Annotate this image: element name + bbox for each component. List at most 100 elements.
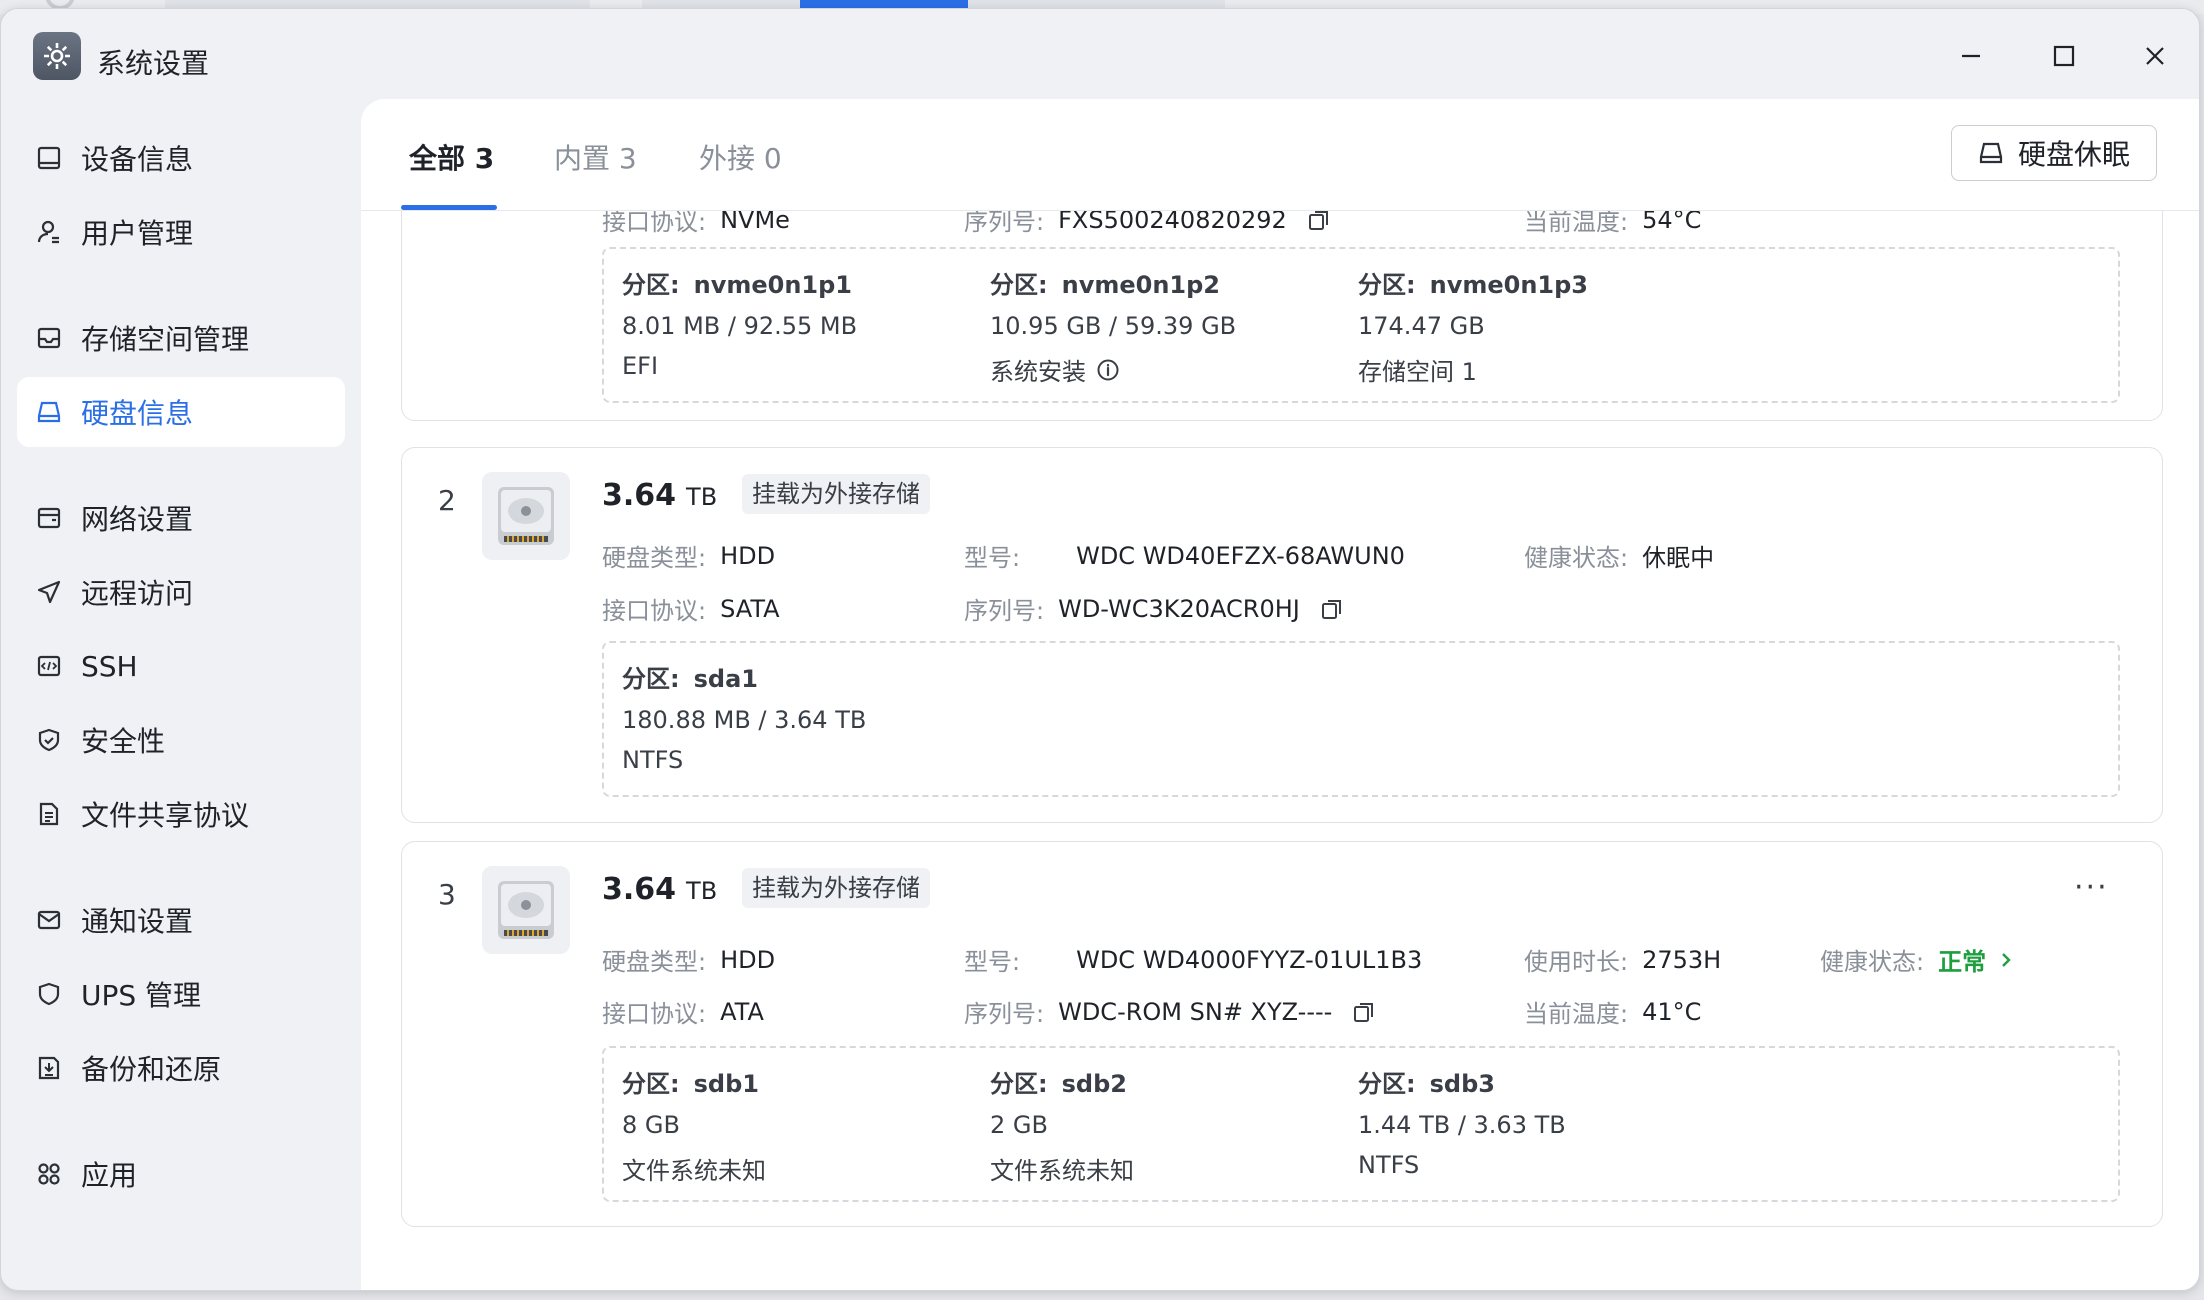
sidebar-item-label: 备份和还原 — [81, 1053, 222, 1086]
settings-gear-icon — [33, 32, 81, 80]
close-button[interactable] — [2138, 39, 2172, 73]
partition-name: nvme0n1p1 — [693, 271, 852, 299]
minimize-icon — [1962, 54, 1980, 58]
partition-item: 分区: sdb1 8 GB 文件系统未知 — [622, 1064, 982, 1186]
partition-fs: 文件系统未知 — [622, 1157, 766, 1185]
partition-fs: 文件系统未知 — [990, 1157, 1134, 1185]
maximize-button[interactable] — [2047, 39, 2081, 73]
disk3-usage: 使用时长: 2753H — [1524, 945, 1722, 977]
disk-list[interactable]: 接口协议: NVMe 序列号: FXS500240820292 当前温度: 54°C … — [361, 211, 2199, 1290]
sidebar-item-label: 通知设置 — [81, 905, 194, 938]
info-icon[interactable] — [1096, 358, 1120, 382]
sidebar-item-network[interactable]: 网络设置 — [17, 483, 345, 553]
sidebar-item-label: 应用 — [81, 1159, 138, 1192]
active-tab-indicator — [401, 205, 497, 210]
storage-icon — [33, 322, 65, 354]
disk2-serial: 序列号: WD-WC3K20ACR0HJ — [964, 591, 1344, 626]
partition-name: nvme0n1p2 — [1061, 271, 1220, 299]
sidebar-item-label: 硬盘信息 — [81, 397, 194, 430]
disk-card-2: 2 3.64 TB 挂载为外接存储 硬盘类型: HDD 型号: WDC WD40EFZ… — [401, 447, 2163, 823]
partition-item: 分区: nvme0n1p2 10.95 GB / 59.39 GB 系统安装 — [990, 265, 1350, 387]
network-icon — [33, 502, 65, 534]
device-info-icon — [33, 142, 65, 174]
disk-index: 2 — [438, 484, 456, 517]
disk-card-3: 3 3.64 TB 挂载为外接存储 ··· 硬盘类型: HDD 型号: WDC WD4… — [401, 841, 2163, 1227]
sidebar-item-storage[interactable]: 存储空间管理 — [17, 303, 345, 373]
tab-all[interactable]: 全部 3 — [409, 137, 494, 177]
tab-external[interactable]: 外接 0 — [699, 137, 782, 177]
partition-name: sdb2 — [1061, 1070, 1127, 1098]
user-icon — [33, 216, 65, 248]
disk3-health[interactable]: 健康状态: 正常 — [1820, 942, 2014, 977]
code-icon — [33, 650, 65, 682]
window-title: 系统设置 — [97, 47, 210, 80]
shield-check-icon — [33, 724, 65, 756]
chevron-right-icon[interactable] — [1998, 950, 2014, 970]
maximize-icon — [2053, 45, 2075, 67]
sidebar-item-label: 网络设置 — [81, 503, 194, 536]
disk-capacity: 3.64 TB — [602, 478, 718, 513]
sidebar-item-label: 安全性 — [81, 725, 166, 758]
partition-fs: NTFS — [622, 746, 684, 774]
sidebar-item-backup[interactable]: 备份和还原 — [17, 1033, 345, 1103]
disk-icon — [33, 396, 65, 428]
sidebar-item-security[interactable]: 安全性 — [17, 705, 345, 775]
sidebar-item-label: 文件共享协议 — [81, 799, 250, 832]
partition-size: 10.95 GB / 59.39 GB — [990, 312, 1237, 340]
send-icon — [33, 576, 65, 608]
document-icon — [33, 798, 65, 830]
hdd-icon — [482, 472, 570, 560]
disk2-model: 型号: WDC WD40EFZX-68AWUN0 — [964, 541, 1405, 573]
sidebar-item-notifications[interactable]: 通知设置 — [17, 885, 345, 955]
shield-icon — [33, 978, 65, 1010]
sidebar-item-user-management[interactable]: 用户管理 — [17, 197, 345, 267]
partition-size: 180.88 MB / 3.64 TB — [622, 706, 867, 734]
partition-box: 分区: sdb1 8 GB 文件系统未知 分区: sdb2 2 GB 文件系统未知 … — [602, 1046, 2120, 1202]
disk3-model: 型号: WDC WD4000FYYZ-01UL1B3 — [964, 945, 1423, 977]
disk1-interface: 接口协议: NVMe — [602, 211, 790, 236]
partition-size: 174.47 GB — [1358, 312, 1485, 340]
mail-icon — [33, 904, 65, 936]
sidebar-item-disk-info[interactable]: 硬盘信息 — [17, 377, 345, 447]
copy-icon[interactable] — [1307, 211, 1331, 232]
partition-fs: EFI — [622, 352, 659, 380]
mount-external-tag: 挂载为外接存储 — [742, 868, 930, 908]
sidebar-item-label: 存储空间管理 — [81, 323, 250, 356]
sidebar-item-remote-access[interactable]: 远程访问 — [17, 557, 345, 627]
sidebar-item-label: 用户管理 — [81, 217, 194, 250]
partition-item: 分区: sdb2 2 GB 文件系统未知 — [990, 1064, 1350, 1186]
disk2-interface: 接口协议: SATA — [602, 594, 780, 626]
sidebar-item-label: SSH — [81, 649, 138, 683]
tab-internal[interactable]: 内置 3 — [554, 137, 637, 177]
disk2-type: 硬盘类型: HDD — [602, 541, 776, 573]
sidebar-item-label: UPS 管理 — [81, 979, 202, 1012]
partition-box: 分区: sda1 180.88 MB / 3.64 TB NTFS — [602, 641, 2120, 797]
partition-item: 分区: sda1 180.88 MB / 3.64 TB NTFS — [622, 659, 982, 774]
sidebar-item-apps[interactable]: 应用 — [17, 1139, 345, 1209]
sidebar-item-device-info[interactable]: 设备信息 — [17, 123, 345, 193]
disk-icon — [1978, 140, 2004, 166]
disk-card-1: 接口协议: NVMe 序列号: FXS500240820292 当前温度: 54°C … — [401, 211, 2163, 421]
partition-item: 分区: sdb3 1.44 TB / 3.63 TB NTFS — [1358, 1064, 1718, 1179]
main-panel: 全部 3 内置 3 外接 0 硬盘休眠 接口协议: NVMe 序列号: FXS500… — [361, 99, 2199, 1290]
backup-icon — [33, 1052, 65, 1084]
copy-icon[interactable] — [1352, 1000, 1376, 1024]
apps-icon — [33, 1158, 65, 1190]
sidebar-item-label: 设备信息 — [81, 143, 194, 176]
partition-fs: NTFS — [1358, 1151, 1420, 1179]
partition-size: 1.44 TB / 3.63 TB — [1358, 1111, 1566, 1139]
sidebar-item-ssh[interactable]: SSH — [17, 631, 345, 701]
partition-fs: 存储空间 1 — [1358, 358, 1477, 386]
disk-sleep-button[interactable]: 硬盘休眠 — [1951, 125, 2157, 181]
partition-fs: 系统安装 — [990, 358, 1086, 386]
more-options-icon[interactable]: ··· — [2074, 870, 2109, 905]
sidebar-item-file-sharing[interactable]: 文件共享协议 — [17, 779, 345, 849]
minimize-button[interactable] — [1954, 39, 1988, 73]
disk3-serial: 序列号: WDC-ROM SN# XYZ---- — [964, 994, 1376, 1029]
copy-icon[interactable] — [1320, 597, 1344, 621]
close-icon — [2146, 47, 2164, 65]
disk3-interface: 接口协议: ATA — [602, 997, 764, 1029]
sidebar-item-label: 远程访问 — [81, 577, 194, 610]
disk2-health: 健康状态: 休眠中 — [1524, 544, 1715, 572]
sidebar-item-ups[interactable]: UPS 管理 — [17, 959, 345, 1029]
